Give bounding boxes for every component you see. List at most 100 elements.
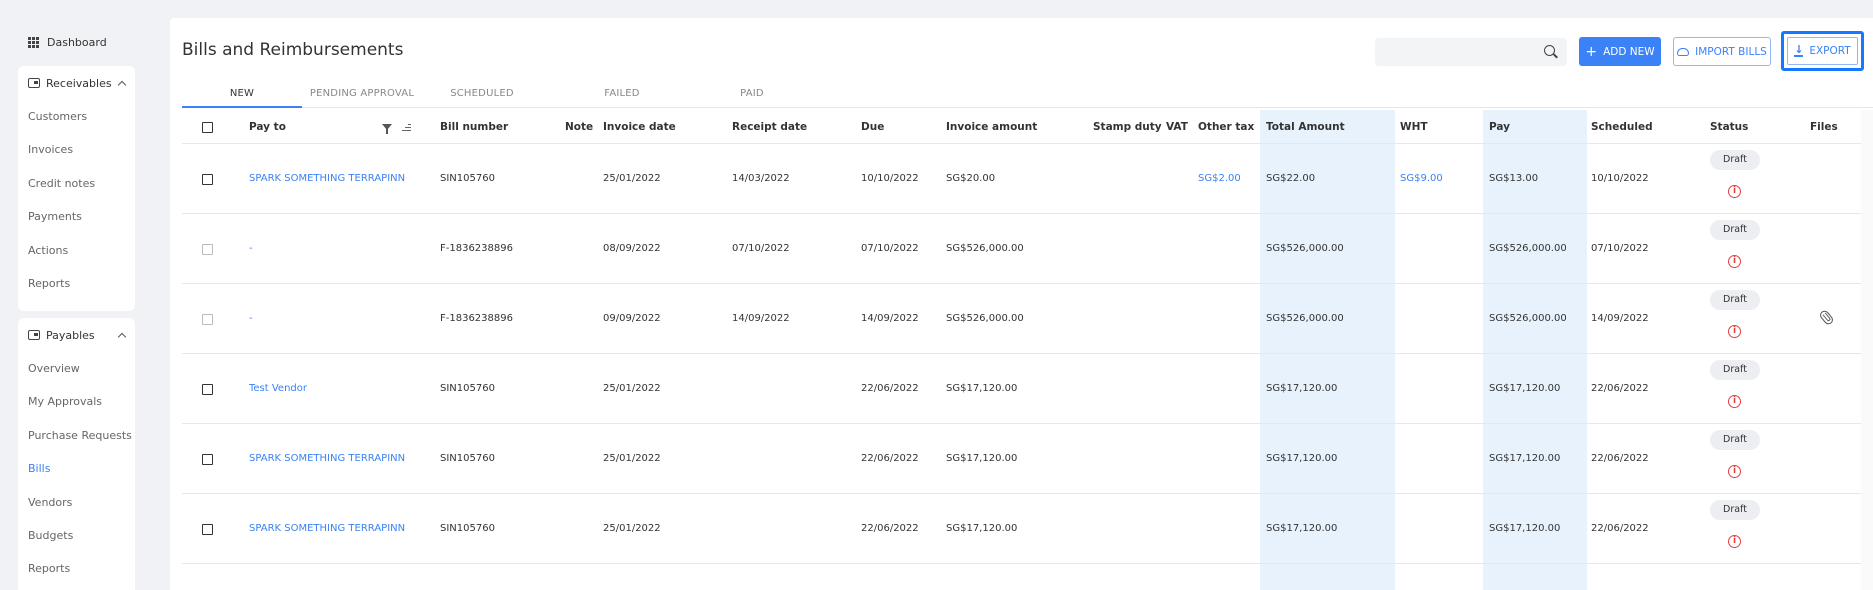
cloud-upload-icon <box>1677 47 1690 56</box>
sidebar-item-purchase-requests[interactable]: Purchase Requests <box>18 419 135 452</box>
header-files[interactable]: Files <box>1810 121 1838 133</box>
search-box[interactable] <box>1375 38 1567 66</box>
pay-to-link[interactable]: - <box>249 313 253 324</box>
header-invoice-date[interactable]: Invoice date <box>603 121 676 133</box>
total-amount: SG$17,120.00 <box>1266 453 1338 464</box>
sidebar: Dashboard Receivables Customers Invoices… <box>0 0 160 590</box>
pay-to-link[interactable]: - <box>249 243 253 254</box>
download-icon <box>1794 43 1804 57</box>
pay-to-link[interactable]: SPARK SOMETHING TERRAPINN <box>249 173 405 184</box>
sidebar-item-vendors[interactable]: Vendors <box>18 486 135 519</box>
select-all-checkbox[interactable] <box>202 122 213 133</box>
header-total-amount[interactable]: Total Amount <box>1266 121 1345 133</box>
row-checkbox[interactable] <box>202 314 213 325</box>
table-row[interactable]: SPARK SOMETHING TERRAPINN SIN105760 25/0… <box>182 144 1861 214</box>
header-status[interactable]: Status <box>1710 121 1748 133</box>
header-pay[interactable]: Pay <box>1489 121 1510 133</box>
wht-link[interactable]: SG$9.00 <box>1400 173 1443 184</box>
page-title: Bills and Reimbursements <box>182 40 404 60</box>
nav-dashboard[interactable]: Dashboard <box>28 30 160 54</box>
header-pay-to[interactable]: Pay to <box>249 121 286 133</box>
plus-icon: + <box>1585 43 1598 60</box>
sidebar-item-actions[interactable]: Actions <box>18 234 135 267</box>
header-stamp-duty[interactable]: Stamp duty <box>1093 121 1162 133</box>
tab-pending-approval[interactable]: PENDING APPROVAL <box>302 82 422 108</box>
bill-number: F-1836238896 <box>440 243 513 254</box>
pay-to-link[interactable]: Test Vendor <box>249 383 307 394</box>
export-label: EXPORT <box>1809 45 1851 57</box>
total-amount: SG$17,120.00 <box>1266 383 1338 394</box>
status-badge: Draft <box>1710 360 1760 380</box>
sidebar-item-overview[interactable]: Overview <box>18 352 135 385</box>
status-tabs: NEW PENDING APPROVAL SCHEDULED FAILED PA… <box>182 82 1873 108</box>
total-amount: SG$22.00 <box>1266 173 1316 184</box>
row-checkbox[interactable] <box>202 454 213 465</box>
other-tax-link[interactable]: SG$2.00 <box>1198 173 1241 184</box>
header-note[interactable]: Note <box>565 121 593 133</box>
sidebar-item-budgets[interactable]: Budgets <box>18 519 135 552</box>
search-input[interactable] <box>1375 38 1535 66</box>
import-bills-label: IMPORT BILLS <box>1695 45 1767 58</box>
pay-to-link[interactable]: SPARK SOMETHING TERRAPINN <box>249 453 405 464</box>
sidebar-item-my-approvals[interactable]: My Approvals <box>18 385 135 418</box>
row-checkbox[interactable] <box>202 384 213 395</box>
receivables-header[interactable]: Receivables <box>18 66 135 100</box>
tab-new[interactable]: NEW <box>182 82 302 108</box>
header-bill-number[interactable]: Bill number <box>440 121 508 133</box>
tab-paid[interactable]: PAID <box>702 82 802 108</box>
table-row[interactable]: Test Vendor SIN105760 25/01/2022 22/06/2… <box>182 354 1861 424</box>
export-button[interactable]: EXPORT <box>1781 31 1864 71</box>
header-vat[interactable]: VAT <box>1166 121 1188 133</box>
tab-scheduled[interactable]: SCHEDULED <box>422 82 542 108</box>
pay-amount: SG$13.00 <box>1489 173 1539 184</box>
table-row[interactable]: - F-1836238896 08/09/2022 07/10/2022 07/… <box>182 214 1861 284</box>
info-icon[interactable]: i <box>1728 255 1741 268</box>
sidebar-item-credit-notes[interactable]: Credit notes <box>18 167 135 200</box>
header-receipt-date[interactable]: Receipt date <box>732 121 807 133</box>
total-amount: SG$526,000.00 <box>1266 313 1344 324</box>
import-bills-button[interactable]: IMPORT BILLS <box>1673 37 1771 66</box>
invoice-amount: SG$20.00 <box>946 173 996 184</box>
table-row[interactable]: - F-1836238896 09/09/2022 14/09/2022 14/… <box>182 284 1861 354</box>
table-row[interactable]: SPARK SOMETHING TERRAPINN SIN105760 25/0… <box>182 494 1861 564</box>
info-icon[interactable]: i <box>1728 535 1741 548</box>
row-checkbox[interactable] <box>202 174 213 185</box>
table-row[interactable]: SPARK SOMETHING TERRAPINN SIN105760 25/0… <box>182 424 1861 494</box>
add-new-button[interactable]: + ADD NEW <box>1579 37 1661 66</box>
due-date: 22/06/2022 <box>861 453 919 464</box>
info-icon[interactable]: i <box>1728 395 1741 408</box>
paperclip-icon[interactable] <box>1818 308 1835 327</box>
receipt-date: 07/10/2022 <box>732 243 790 254</box>
sidebar-item-reports-receivables[interactable]: Reports <box>18 267 135 300</box>
receipt-date: 14/03/2022 <box>732 173 790 184</box>
tab-failed[interactable]: FAILED <box>542 82 702 108</box>
status-badge: Draft <box>1710 290 1760 310</box>
sidebar-item-customers[interactable]: Customers <box>18 100 135 133</box>
chevron-up-icon[interactable] <box>117 80 127 90</box>
invoice-date: 25/01/2022 <box>603 173 661 184</box>
payables-header[interactable]: Payables <box>18 318 135 352</box>
table-scrollbar[interactable] <box>1861 110 1873 590</box>
sidebar-item-invoices[interactable]: Invoices <box>18 133 135 166</box>
info-icon[interactable]: i <box>1728 185 1741 198</box>
header-invoice-amount[interactable]: Invoice amount <box>946 121 1037 133</box>
table-header: Pay to Bill number Note Invoice date Rec… <box>182 110 1861 144</box>
bill-number: SIN105760 <box>440 453 495 464</box>
pay-to-link[interactable]: SPARK SOMETHING TERRAPINN <box>249 523 405 534</box>
header-other-tax[interactable]: Other tax <box>1198 121 1254 133</box>
info-icon[interactable]: i <box>1728 325 1741 338</box>
export-button-inner: EXPORT <box>1787 37 1858 65</box>
info-icon[interactable]: i <box>1728 465 1741 478</box>
row-checkbox[interactable] <box>202 244 213 255</box>
header-due[interactable]: Due <box>861 121 884 133</box>
sort-icon[interactable] <box>401 124 411 132</box>
sidebar-item-payments[interactable]: Payments <box>18 200 135 233</box>
sidebar-item-reports-payables[interactable]: Reports <box>18 552 135 585</box>
filter-icon[interactable] <box>382 124 392 134</box>
header-scheduled[interactable]: Scheduled <box>1591 121 1653 133</box>
header-wht[interactable]: WHT <box>1400 121 1428 133</box>
search-icon[interactable] <box>1544 45 1555 56</box>
sidebar-item-bills[interactable]: Bills <box>18 452 135 485</box>
row-checkbox[interactable] <box>202 524 213 535</box>
chevron-up-icon[interactable] <box>117 332 127 342</box>
